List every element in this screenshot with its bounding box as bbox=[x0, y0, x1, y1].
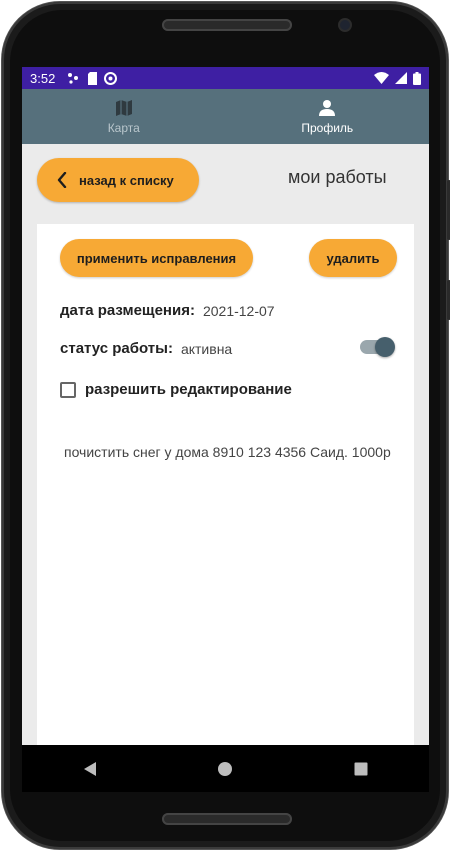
job-status-value: активна bbox=[180, 340, 233, 357]
app-screen: 3:52 Карта Профиль назад к списку мои ра… bbox=[22, 67, 429, 745]
person-icon bbox=[319, 99, 336, 116]
page-title: мои работы bbox=[288, 167, 387, 187]
wifi-icon bbox=[374, 72, 389, 84]
back-to-list-button[interactable]: назад к списку bbox=[37, 158, 199, 202]
nav-item-map[interactable]: Карта bbox=[22, 89, 226, 144]
no-entry-icon bbox=[104, 71, 118, 85]
job-status-label: статус работы: bbox=[60, 340, 173, 357]
allow-edit-checkbox[interactable] bbox=[60, 381, 76, 398]
map-icon bbox=[115, 99, 132, 116]
posted-date-label: дата размещения: bbox=[60, 302, 195, 319]
earpiece-speaker bbox=[162, 19, 292, 31]
nav-item-profile-label: Профиль bbox=[301, 120, 354, 135]
page-header: назад к списку мои работы bbox=[22, 144, 429, 224]
job-details-card: применить исправления удалить дата разме… bbox=[37, 224, 414, 745]
job-description: почистить снег у дома 8910 123 4356 Саид… bbox=[64, 444, 391, 460]
job-status-toggle[interactable] bbox=[360, 337, 395, 357]
allow-edit-label: разрешить редактирование bbox=[85, 381, 292, 398]
bottom-speaker bbox=[162, 813, 292, 825]
status-bar: 3:52 bbox=[22, 67, 429, 89]
battery-icon bbox=[413, 71, 421, 85]
delete-button[interactable]: удалить bbox=[309, 239, 397, 277]
front-camera bbox=[340, 20, 350, 30]
sd-card-icon bbox=[88, 71, 98, 85]
recents-square-icon[interactable] bbox=[353, 761, 369, 777]
posted-date-value: 2021-12-07 bbox=[202, 302, 275, 319]
chevron-left-icon bbox=[57, 172, 67, 188]
back-triangle-icon[interactable] bbox=[82, 761, 98, 777]
apply-changes-button[interactable]: применить исправления bbox=[60, 239, 253, 277]
status-time: 3:52 bbox=[30, 70, 56, 86]
signal-icon bbox=[395, 72, 407, 84]
toggle-thumb bbox=[375, 337, 395, 357]
posted-date-row: дата размещения: 2021-12-07 bbox=[60, 302, 275, 319]
home-circle-icon[interactable] bbox=[217, 761, 233, 777]
system-navigation-bar bbox=[22, 745, 429, 792]
nav-item-profile[interactable]: Профиль bbox=[226, 89, 430, 144]
job-status-row: статус работы: активна bbox=[60, 340, 232, 357]
allow-edit-row[interactable]: разрешить редактирование bbox=[60, 381, 300, 398]
nav-item-map-label: Карта bbox=[107, 120, 140, 135]
back-to-list-label: назад к списку bbox=[79, 172, 174, 188]
dots-notification-icon bbox=[68, 73, 79, 84]
bottom-navigation: Карта Профиль bbox=[22, 89, 429, 144]
